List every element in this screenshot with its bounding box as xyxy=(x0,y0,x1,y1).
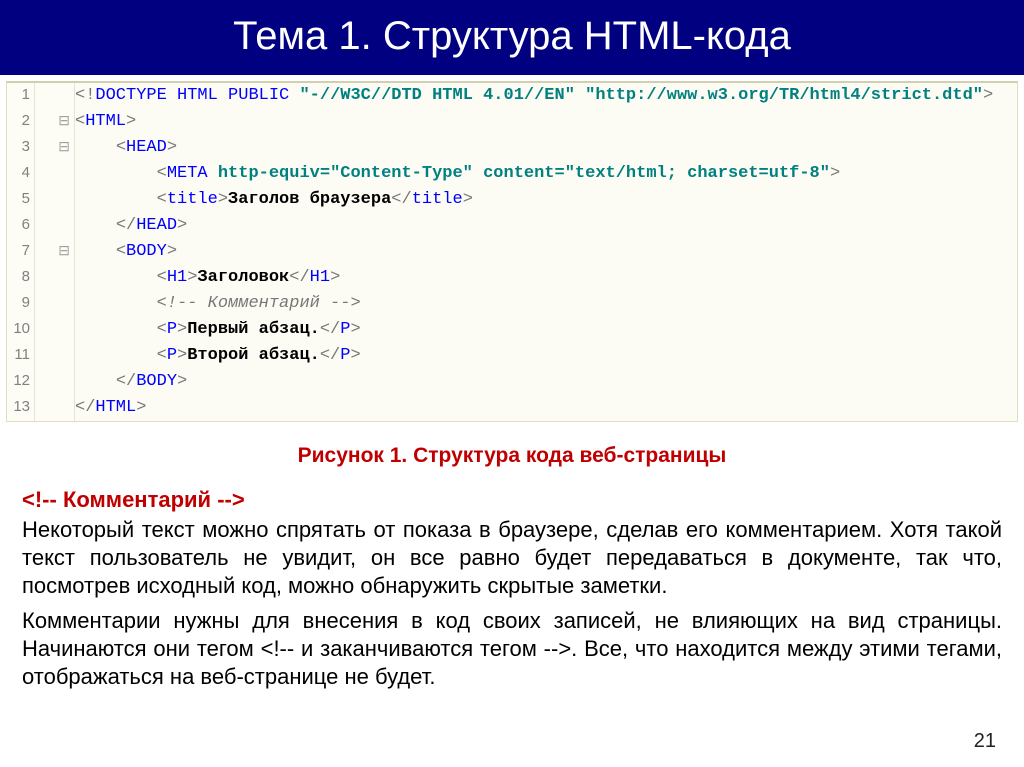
code-content: <!DOCTYPE HTML PUBLIC "-//W3C//DTD HTML … xyxy=(75,83,1017,109)
code-line: 12 </BODY> xyxy=(7,369,1017,395)
code-line: 10 <P>Первый абзац.</P> xyxy=(7,317,1017,343)
code-line: 6 </HEAD> xyxy=(7,213,1017,239)
code-content: <title>Заголов браузера</title> xyxy=(75,187,1017,213)
line-number: 11 xyxy=(7,343,35,369)
code-content: <!-- Комментарий --> xyxy=(75,291,1017,317)
code-content: <H1>Заголовок</H1> xyxy=(75,265,1017,291)
code-line: 9 <!-- Комментарий --> xyxy=(7,291,1017,317)
code-content: </BODY> xyxy=(75,369,1017,395)
fold-icon xyxy=(35,161,75,187)
paragraph-1: Некоторый текст можно спрятать от показа… xyxy=(22,516,1002,600)
line-number: 5 xyxy=(7,187,35,213)
code-content: <HEAD> xyxy=(75,135,1017,161)
line-number: 7 xyxy=(7,239,35,265)
code-line: 7⊟ <BODY> xyxy=(7,239,1017,265)
fold-icon xyxy=(35,265,75,291)
code-content: </HTML> xyxy=(75,395,1017,421)
code-content: <META http-equiv="Content-Type" content=… xyxy=(75,161,1017,187)
line-number: 1 xyxy=(7,83,35,109)
code-line: 13 </HTML> xyxy=(7,395,1017,421)
fold-icon xyxy=(35,83,75,109)
code-line: 8 <H1>Заголовок</H1> xyxy=(7,265,1017,291)
line-number: 13 xyxy=(7,395,35,421)
code-line: 5 <title>Заголов браузера</title> xyxy=(7,187,1017,213)
line-number: 2 xyxy=(7,109,35,135)
fold-icon[interactable]: ⊟ xyxy=(35,135,75,161)
fold-icon[interactable]: ⊟ xyxy=(35,239,75,265)
code-line: 3⊟ <HEAD> xyxy=(7,135,1017,161)
line-number: 3 xyxy=(7,135,35,161)
line-number: 8 xyxy=(7,265,35,291)
body-text: <!-- Комментарий --> Некоторый текст мож… xyxy=(0,486,1024,691)
line-number: 6 xyxy=(7,213,35,239)
code-content: <HTML> xyxy=(75,109,1017,135)
fold-icon xyxy=(35,395,75,421)
code-editor: 1 <!DOCTYPE HTML PUBLIC "-//W3C//DTD HTML… xyxy=(6,81,1018,422)
code-line: 1 <!DOCTYPE HTML PUBLIC "-//W3C//DTD HTML… xyxy=(7,83,1017,109)
paragraph-2: Комментарии нужны для внесения в код сво… xyxy=(22,607,1002,691)
figure-caption: Рисунок 1. Структура кода веб-страницы xyxy=(0,444,1024,468)
code-line: 4 <META http-equiv="Content-Type" conten… xyxy=(7,161,1017,187)
code-line: 11 <P>Второй абзац.</P> xyxy=(7,343,1017,369)
fold-icon xyxy=(35,343,75,369)
fold-icon xyxy=(35,187,75,213)
code-content: <P>Первый абзац.</P> xyxy=(75,317,1017,343)
fold-icon xyxy=(35,291,75,317)
line-number: 12 xyxy=(7,369,35,395)
fold-icon xyxy=(35,213,75,239)
line-number: 4 xyxy=(7,161,35,187)
code-content: <P>Второй абзац.</P> xyxy=(75,343,1017,369)
comment-sample: <!-- Комментарий --> xyxy=(22,486,1002,514)
code-line: 2⊟<HTML> xyxy=(7,109,1017,135)
page-number: 21 xyxy=(974,730,996,753)
code-content: </HEAD> xyxy=(75,213,1017,239)
slide-title: Тема 1. Структура HTML-кода xyxy=(0,0,1024,75)
fold-icon xyxy=(35,369,75,395)
fold-icon xyxy=(35,317,75,343)
line-number: 9 xyxy=(7,291,35,317)
fold-icon[interactable]: ⊟ xyxy=(35,109,75,135)
line-number: 10 xyxy=(7,317,35,343)
code-content: <BODY> xyxy=(75,239,1017,265)
